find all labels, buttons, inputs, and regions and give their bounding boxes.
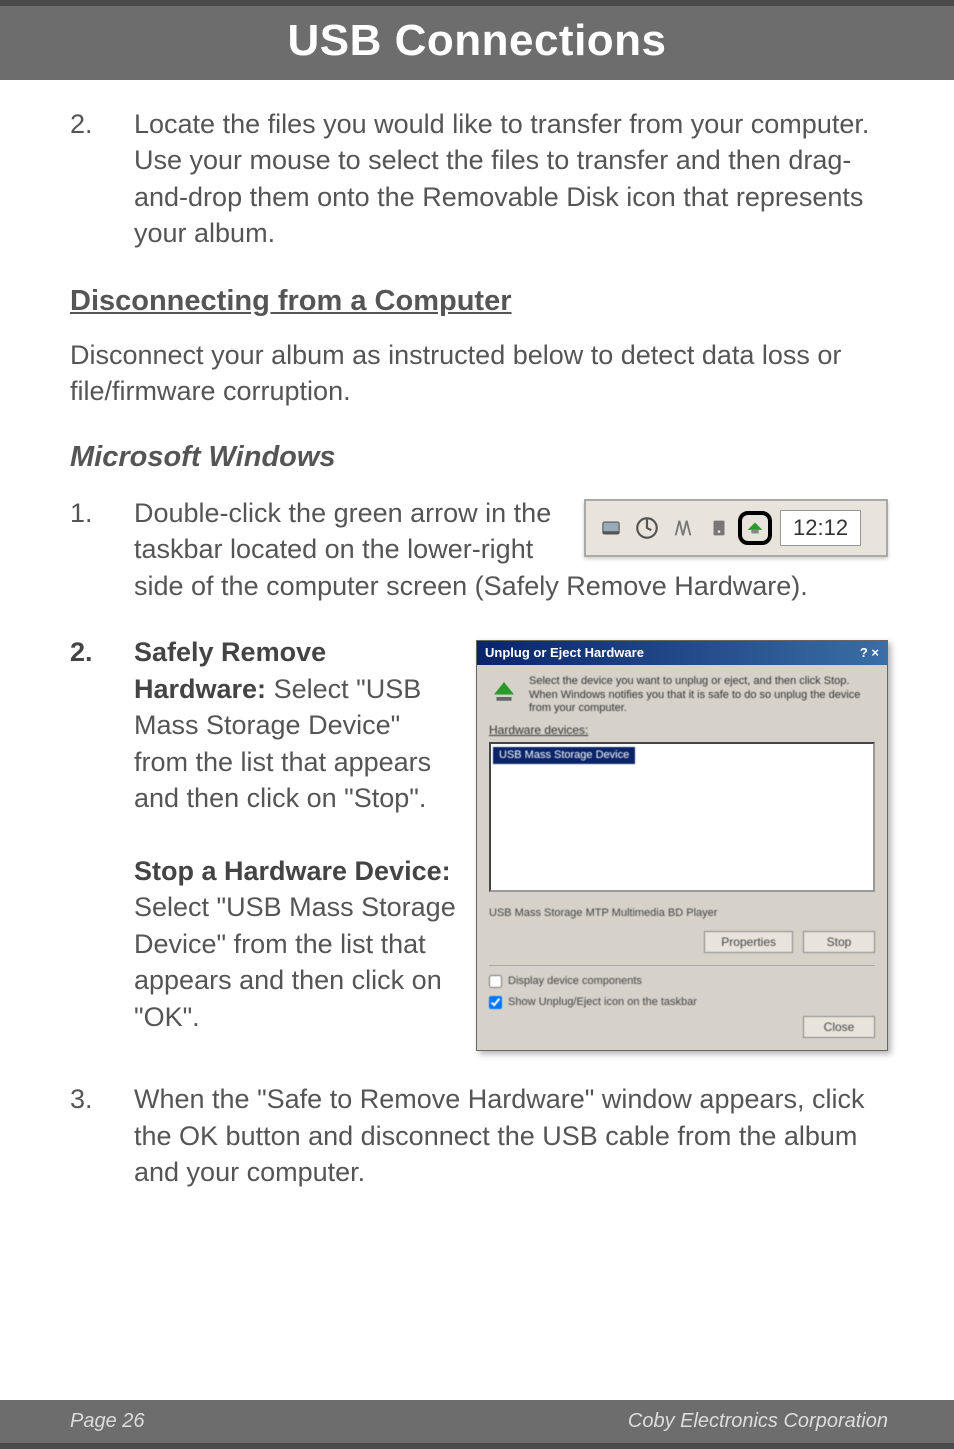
disconnect-intro: Disconnect your album as instructed belo…: [70, 337, 888, 410]
subheading-windows: Microsoft Windows: [70, 438, 888, 477]
taskbar-screenshot: 12:12: [584, 499, 888, 557]
taskbar-tray: 12:12: [584, 499, 888, 557]
windows-step-1: 1.: [70, 495, 888, 604]
step-number: 2.: [70, 634, 134, 1051]
checkbox-display-components[interactable]: Display device components: [477, 974, 887, 995]
step-body: When the "Safe to Remove Hardware" windo…: [134, 1081, 888, 1190]
tray-icon: [594, 511, 628, 545]
list-item[interactable]: USB Mass Storage Device: [493, 747, 635, 764]
dialog-screenshot: Unplug or Eject Hardware ? × Select the …: [476, 640, 888, 1051]
close-button[interactable]: Close: [803, 1016, 875, 1038]
dialog-instruction: Select the device you want to unplug or …: [529, 675, 875, 716]
tray-icon: [666, 511, 700, 545]
device-description: USB Mass Storage MTP Multimedia BD Playe…: [477, 892, 887, 931]
dialog-titlebar: Unplug or Eject Hardware ? ×: [477, 641, 887, 665]
checkbox-label: Show Unplug/Eject icon on the taskbar: [508, 995, 697, 1010]
tray-icon: [630, 511, 664, 545]
dialog-header: Select the device you want to unplug or …: [477, 665, 887, 722]
divider: [489, 965, 875, 966]
page-content: 2. Locate the files you would like to tr…: [0, 80, 954, 1190]
page-footer: Page 26 Coby Electronics Corporation: [0, 1400, 954, 1449]
step-number: 2.: [70, 106, 134, 252]
windows-step-2: 2. Unplug or Eject Hardware ? × Select t…: [70, 634, 888, 1051]
step-body: Unplug or Eject Hardware ? × Select the …: [134, 634, 888, 1051]
step-body: 12:12 Double-click the green arrow in th…: [134, 495, 888, 604]
checkbox[interactable]: [489, 975, 502, 988]
device-list[interactable]: USB Mass Storage Device: [489, 742, 875, 892]
stop-button[interactable]: Stop: [803, 931, 875, 953]
eject-icon: [489, 675, 519, 709]
tray-icon: [702, 511, 736, 545]
step-number: 3.: [70, 1081, 134, 1190]
page-title: USB Connections: [287, 16, 666, 65]
footer-corp: Coby Electronics Corporation: [628, 1410, 888, 1433]
window-buttons[interactable]: ? ×: [860, 644, 879, 662]
step-number: 1.: [70, 495, 134, 604]
taskbar-clock: 12:12: [780, 510, 861, 546]
page-header: USB Connections: [0, 0, 954, 80]
section-heading-disconnect: Disconnecting from a Computer: [70, 282, 888, 321]
step-2: 2. Locate the files you would like to tr…: [70, 106, 888, 252]
properties-button[interactable]: Properties: [704, 931, 793, 953]
windows-step-3: 3. When the "Safe to Remove Hardware" wi…: [70, 1081, 888, 1190]
safely-remove-dialog: Unplug or Eject Hardware ? × Select the …: [476, 640, 888, 1051]
dialog-list-label: Hardware devices:: [477, 722, 887, 742]
step-subhead-2: Stop a Hardware Device:: [134, 856, 451, 886]
step-text-2: Select "USB Mass Storage Device" from th…: [134, 892, 456, 1031]
safely-remove-icon[interactable]: [738, 511, 772, 545]
checkbox-label: Display device components: [508, 974, 642, 989]
checkbox[interactable]: [489, 996, 502, 1009]
close-row: Close: [477, 1016, 887, 1050]
dialog-title-text: Unplug or Eject Hardware: [485, 644, 644, 662]
step-body: Locate the files you would like to trans…: [134, 106, 888, 252]
dialog-button-row: Properties Stop: [477, 931, 887, 965]
page-number: Page 26: [70, 1410, 145, 1433]
checkbox-show-icon[interactable]: Show Unplug/Eject icon on the taskbar: [477, 995, 887, 1016]
